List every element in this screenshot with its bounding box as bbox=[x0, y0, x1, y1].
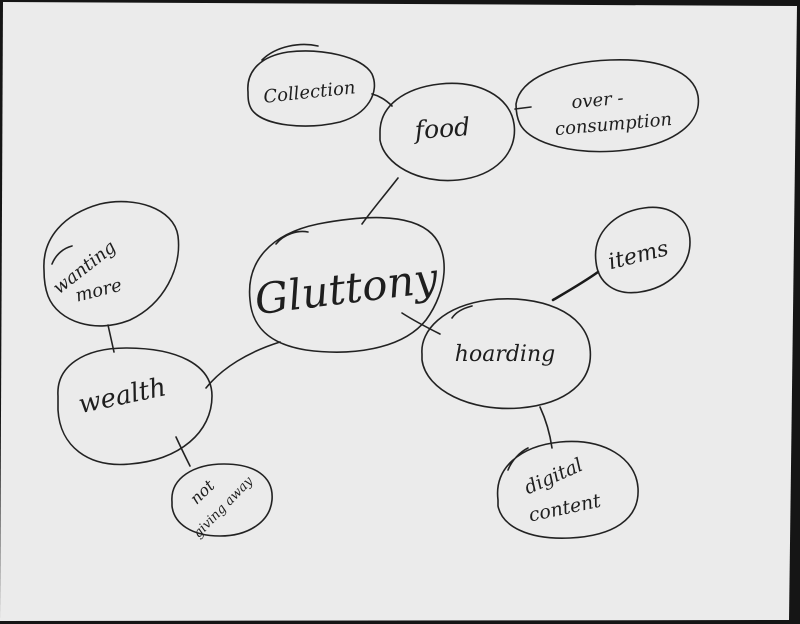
paper-sheet bbox=[0, 2, 797, 621]
mind-map-canvas: Collection food over - consumption Glutt… bbox=[0, 2, 797, 621]
label-hoarding: hoarding bbox=[455, 342, 555, 367]
label-food: food bbox=[412, 112, 471, 145]
mind-map-photo: Collection food over - consumption Glutt… bbox=[0, 0, 800, 624]
